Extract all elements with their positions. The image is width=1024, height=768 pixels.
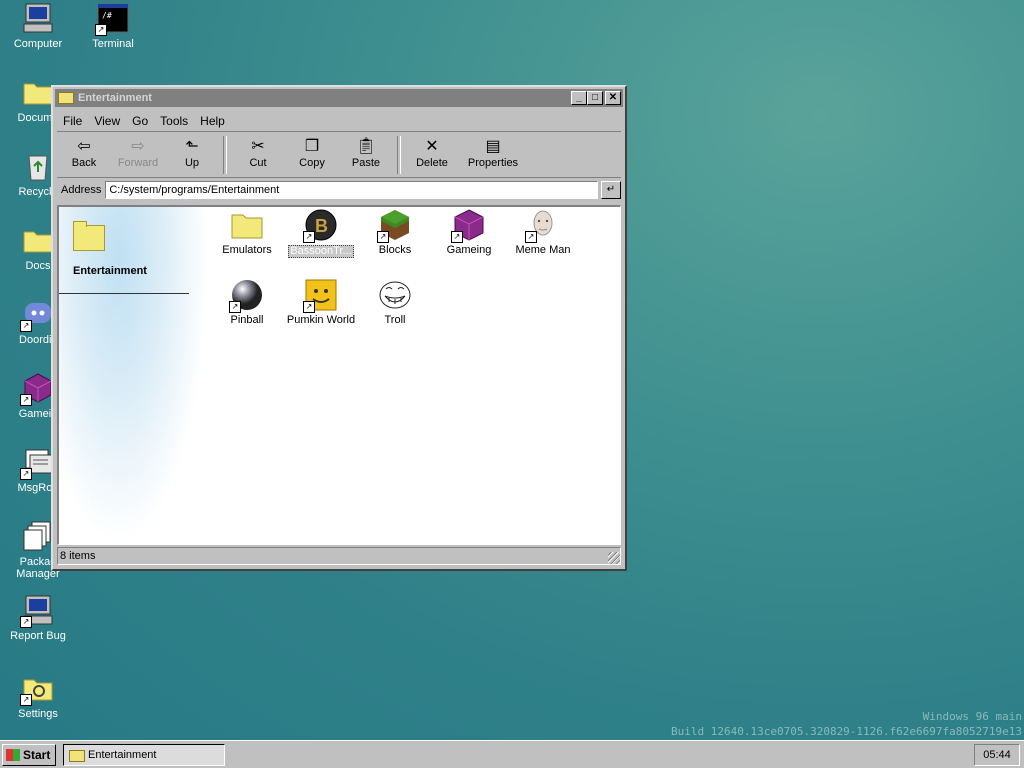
cube-icon: ↗ [451, 209, 485, 243]
desktop-icon-computer[interactable]: Computer [0, 2, 76, 50]
go-button[interactable]: ↵ [601, 181, 621, 199]
file-view[interactable]: Entertainment Emulators B ↗ BassoonTr...… [57, 205, 621, 545]
shortcut-arrow-icon: ↗ [451, 231, 463, 243]
package-icon [22, 520, 54, 552]
address-label: Address [61, 184, 102, 196]
folder-icon [231, 209, 263, 241]
file-item-blocks[interactable]: ↗ Blocks [359, 209, 431, 256]
shortcut-arrow-icon: ↗ [377, 231, 389, 243]
divider [59, 293, 189, 294]
folder-icon [69, 750, 85, 762]
menu-file[interactable]: File [57, 114, 88, 128]
shortcut-arrow-icon: ↗ [303, 301, 315, 313]
file-item-pinball[interactable]: ↗ Pinball [211, 279, 283, 326]
cut-button[interactable]: ✂ Cut [231, 133, 285, 169]
forward-arrow-icon: ⇨ [131, 138, 145, 155]
folder-icon [73, 221, 105, 251]
discord-icon: ↗ [20, 298, 54, 332]
file-item-gameing[interactable]: ↗ Gameing [433, 209, 505, 256]
bassoon-icon: B ↗ [303, 209, 337, 243]
file-item-pumkin-world[interactable]: ↗ Pumkin World [285, 279, 357, 326]
menu-view[interactable]: View [88, 114, 126, 128]
toolbar-separator [397, 136, 401, 174]
pumpkin-icon: ↗ [303, 279, 337, 313]
paste-button[interactable]: 📋︎ Paste [339, 133, 393, 169]
shortcut-arrow-icon: ↗ [303, 231, 315, 243]
copy-icon: ❐ [304, 138, 320, 155]
copy-button[interactable]: ❐ Copy [285, 133, 339, 169]
watermark-line-1: Windows 96 main [922, 710, 1022, 723]
delete-x-icon: ✕ [425, 138, 439, 155]
shortcut-arrow-icon: ↗ [20, 468, 32, 480]
desktop-icon-settings[interactable]: ↗ Settings [0, 672, 76, 720]
address-input[interactable] [105, 181, 598, 199]
shortcut-arrow-icon: ↗ [20, 694, 32, 706]
side-panel: Entertainment [59, 207, 209, 544]
start-logo-icon [6, 749, 20, 761]
start-button[interactable]: Start [2, 744, 56, 766]
computer-icon: ↗ [20, 594, 54, 628]
file-item-bassoontracker[interactable]: B ↗ BassoonTr... [285, 209, 357, 258]
clock: 05:44 [974, 744, 1020, 766]
title-bar[interactable]: Entertainment _ □ ✕ [55, 89, 623, 107]
shortcut-arrow-icon: ↗ [20, 616, 32, 628]
menu-bar: File View Go Tools Help [57, 111, 621, 132]
desktop-icon-report-bug[interactable]: ↗ Report Bug [0, 594, 76, 642]
file-item-troll[interactable]: Troll [359, 279, 431, 326]
delete-button[interactable]: ✕ Delete [405, 133, 459, 169]
svg-text:B: B [315, 216, 328, 236]
taskbar: Start Entertainment 05:44 [0, 740, 1024, 768]
toolbar: ⇦ Back ⇨ Forward ⬑ Up ✂ Cut ❐ Copy 📋︎ Pa… [57, 133, 621, 178]
scissors-icon: ✂ [251, 138, 265, 155]
window-title: Entertainment [78, 92, 152, 104]
grass-block-icon: ↗ [377, 209, 411, 243]
cube-icon: ↗ [20, 372, 54, 406]
up-button[interactable]: ⬑ Up [165, 133, 219, 169]
file-item-emulators[interactable]: Emulators [211, 209, 283, 256]
minimize-button[interactable]: _ [571, 91, 587, 105]
troll-face-icon [379, 279, 411, 311]
forward-button[interactable]: ⇨ Forward [111, 133, 165, 169]
meme-man-icon: ↗ [525, 209, 559, 243]
toolbar-separator [223, 136, 227, 174]
resize-grip[interactable] [608, 552, 620, 564]
file-item-meme-man[interactable]: ↗ Meme Man [507, 209, 579, 256]
menu-tools[interactable]: Tools [154, 114, 194, 128]
paste-icon: 📋︎ [355, 138, 377, 155]
watermark-line-2: Build 12640.13ce0705.320829-1126.f62e669… [671, 725, 1022, 738]
svg-text:/#: /# [102, 11, 112, 20]
folder-icon [22, 76, 54, 108]
explorer-window[interactable]: Entertainment _ □ ✕ File View Go Tools H… [51, 85, 627, 571]
properties-button[interactable]: ▤ Properties [459, 133, 527, 169]
settings-folder-icon: ↗ [20, 672, 54, 706]
close-button[interactable]: ✕ [605, 91, 621, 105]
shortcut-arrow-icon: ↗ [525, 231, 537, 243]
folder-icon [22, 224, 54, 256]
side-panel-title: Entertainment [73, 265, 147, 277]
back-button[interactable]: ⇦ Back [57, 133, 111, 169]
shortcut-arrow-icon: ↗ [20, 320, 32, 332]
status-bar: 8 items [57, 547, 621, 565]
folder-icon [58, 92, 74, 104]
properties-icon: ▤ [485, 138, 501, 155]
shortcut-arrow-icon: ↗ [20, 394, 32, 406]
build-watermark: Windows 96 main Build 12640.13ce0705.320… [671, 709, 1022, 739]
taskbar-item-entertainment[interactable]: Entertainment [63, 744, 225, 766]
address-bar: Address ↵ [57, 179, 621, 201]
chat-icon: ↗ [20, 446, 54, 480]
up-folder-icon: ⬑ [185, 138, 199, 155]
desktop-icon-terminal[interactable]: /# ↗ Terminal [75, 2, 151, 50]
computer-icon [22, 2, 54, 34]
maximize-button[interactable]: □ [587, 91, 603, 105]
shortcut-arrow-icon: ↗ [229, 301, 241, 313]
shortcut-arrow-icon: ↗ [95, 24, 107, 36]
pinball-icon: ↗ [229, 279, 263, 313]
menu-go[interactable]: Go [126, 114, 154, 128]
item-count: 8 items [60, 550, 96, 562]
terminal-icon: /# ↗ [95, 2, 129, 36]
recycle-bin-icon [22, 150, 54, 182]
back-arrow-icon: ⇦ [77, 138, 91, 155]
menu-help[interactable]: Help [194, 114, 231, 128]
